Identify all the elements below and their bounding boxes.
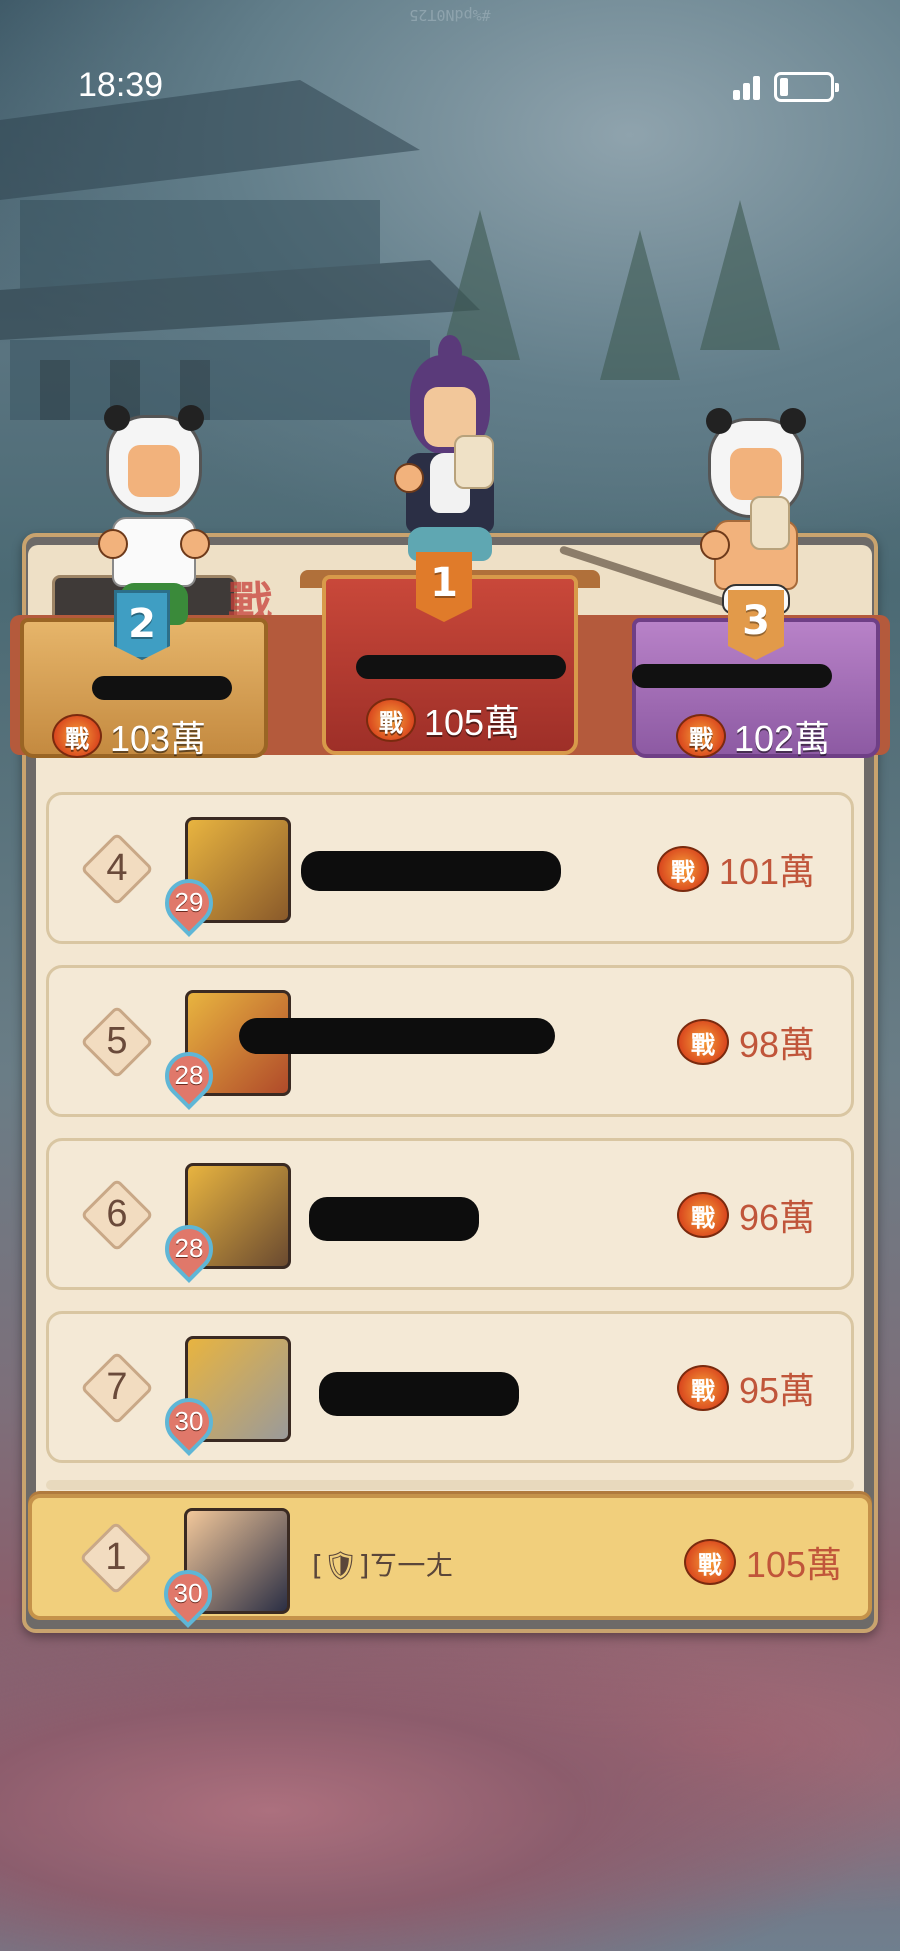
redacted-name	[309, 1197, 479, 1241]
character-first	[390, 335, 510, 575]
podium-first-power: 戰 105萬	[366, 694, 520, 746]
redacted-name	[319, 1372, 519, 1416]
battle-power-icon: 戰	[676, 1365, 729, 1411]
status-time: 18:39	[78, 66, 164, 104]
podium-third-power: 戰 102萬	[676, 710, 830, 762]
battle-power-icon: 戰	[366, 698, 416, 742]
battle-power-icon: 戰	[52, 714, 102, 758]
rank-2-banner: 2	[114, 590, 170, 660]
rank-badge: 1	[78, 1520, 154, 1596]
redacted-name	[92, 676, 232, 700]
level-heart-icon: 30	[155, 1388, 223, 1456]
redacted-name	[239, 1018, 555, 1054]
battle-power-icon: 戰	[676, 714, 726, 758]
background-flowers	[0, 1600, 900, 1951]
row-power: 戰 95萬	[676, 1362, 815, 1414]
my-player-name: [🛡]ㄎ一ㄤ	[312, 1549, 454, 1582]
redacted-name	[356, 655, 566, 679]
my-rank-row[interactable]: 1 30 [🛡]ㄎ一ㄤ 戰 105萬	[28, 1494, 872, 1628]
rank-1-banner: 1	[416, 552, 472, 622]
signal-icon	[733, 72, 771, 100]
rank-badge: 5	[79, 1004, 155, 1080]
redacted-name	[301, 851, 561, 891]
rank-badge: 7	[79, 1350, 155, 1426]
list-divider	[46, 1480, 854, 1490]
battle-power-icon: 戰	[676, 1192, 729, 1238]
redacted-name	[632, 664, 832, 688]
background-tree	[600, 230, 680, 380]
list-item[interactable]: 4 29 戰 101萬	[46, 792, 854, 944]
watermark: #%pdN0T25	[409, 6, 491, 24]
battle-power-icon: 戰	[656, 846, 709, 892]
row-power: 戰 101萬	[656, 843, 815, 895]
level-heart-icon: 30	[154, 1560, 222, 1628]
podium-second-power: 戰 103萬	[52, 710, 206, 762]
rank-badge: 4	[79, 831, 155, 907]
row-power: 戰 96萬	[676, 1189, 815, 1241]
list-item[interactable]: 7 30 戰 95萬	[46, 1311, 854, 1463]
battery-icon	[774, 72, 839, 102]
rank-3-banner: 3	[728, 590, 784, 660]
rank-badge: 6	[79, 1177, 155, 1253]
row-power: 戰 105萬	[683, 1536, 842, 1588]
background-tree	[700, 200, 780, 350]
level-heart-icon: 28	[155, 1215, 223, 1283]
level-heart-icon: 28	[155, 1042, 223, 1110]
list-item[interactable]: 6 28 戰 96萬	[46, 1138, 854, 1290]
list-item[interactable]: 5 28 戰 98萬	[46, 965, 854, 1117]
battle-power-icon: 戰	[683, 1539, 736, 1585]
battle-power-icon: 戰	[676, 1019, 729, 1065]
row-power: 戰 98萬	[676, 1016, 815, 1068]
level-heart-icon: 29	[155, 869, 223, 937]
